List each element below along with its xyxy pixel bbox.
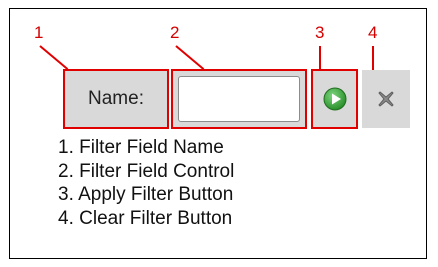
- callout-box-1: [63, 69, 169, 129]
- legend-item-1: 1. Filter Field Name: [58, 137, 224, 158]
- callout-number-2: 2: [170, 23, 180, 42]
- legend-list: 1. Filter Field Name 2. Filter Field Con…: [58, 136, 234, 230]
- callout-box-2: [171, 69, 307, 129]
- callout-line-4: [372, 46, 374, 70]
- callout-number-3: 3: [315, 23, 325, 42]
- callout-number-4: 4: [368, 23, 378, 42]
- callout-box-3: [311, 69, 358, 129]
- clear-filter-button[interactable]: [362, 70, 410, 128]
- legend-item-3: 3. Apply Filter Button: [58, 184, 234, 205]
- callout-line-3: [319, 46, 321, 70]
- legend-item-2: 2. Filter Field Control: [58, 160, 235, 182]
- x-icon: [378, 91, 394, 107]
- callout-number-1: 1: [34, 23, 44, 42]
- legend-item-4: 4. Clear Filter Button: [58, 207, 233, 229]
